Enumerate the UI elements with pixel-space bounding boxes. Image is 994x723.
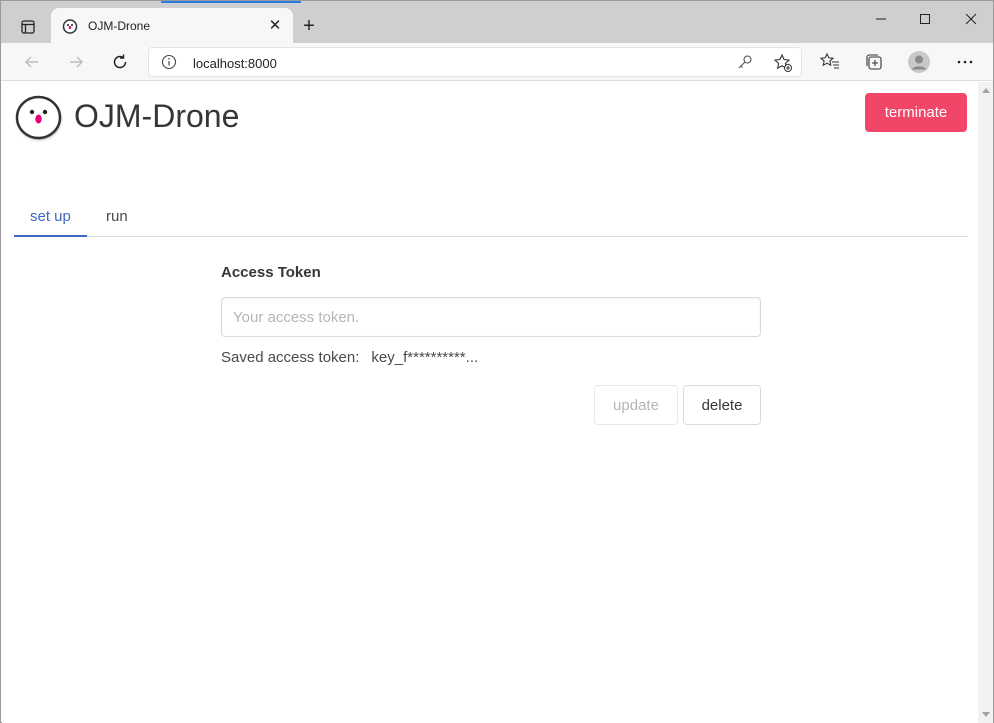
new-tab-icon[interactable]: + [299,16,319,37]
vertical-scrollbar[interactable] [978,82,993,723]
app-title: OJM-Drone [74,98,240,134]
browser-window: OJM-Drone ✕ + localhost:8000 OJM-Drone t… [0,0,994,723]
collections-icon[interactable] [863,51,885,73]
tab-strip: OJM-Drone ✕ + [1,1,993,44]
key-icon[interactable] [737,54,753,70]
minimize-icon[interactable] [866,9,896,29]
url-text[interactable]: localhost:8000 [193,56,277,71]
maximize-icon[interactable] [910,9,940,29]
browser-tab-title: OJM-Drone [88,19,151,33]
penguin-logo-icon [14,92,64,142]
browser-toolbar: localhost:8000 [1,43,993,81]
info-icon[interactable] [161,54,177,70]
terminate-button[interactable]: terminate [865,93,967,132]
update-button[interactable]: update [594,385,678,425]
tab-run[interactable]: run [90,208,144,237]
saved-token-value: key_f**********... [371,349,479,366]
delete-button[interactable]: delete [683,385,761,425]
favorites-icon[interactable] [819,51,841,73]
refresh-icon[interactable] [109,51,131,73]
tab-strip-accent [161,1,301,3]
saved-token-label: Saved access token: [221,349,360,366]
profile-avatar-icon[interactable] [907,50,931,74]
browser-tab[interactable]: OJM-Drone ✕ [51,8,293,44]
scroll-up-icon[interactable] [982,88,990,93]
tab-set-up[interactable]: set up [14,208,87,237]
scroll-down-icon[interactable] [982,712,990,717]
tab-actions-icon[interactable] [15,14,41,40]
penguin-favicon-icon [62,18,78,34]
access-token-label: Access Token [221,264,321,281]
window-close-icon[interactable] [956,9,986,29]
close-tab-icon[interactable]: ✕ [267,18,283,34]
add-favorite-icon[interactable] [773,53,793,73]
saved-token-row: Saved access token: key_f**********... [221,349,478,366]
tab-bar: set up run [14,200,968,237]
forward-icon[interactable] [65,51,87,73]
back-icon[interactable] [21,51,43,73]
more-options-icon[interactable] [954,51,976,73]
access-token-input[interactable] [221,297,761,337]
address-bar[interactable]: localhost:8000 [148,47,802,77]
page-content: OJM-Drone terminate set up run Access To… [2,82,978,723]
